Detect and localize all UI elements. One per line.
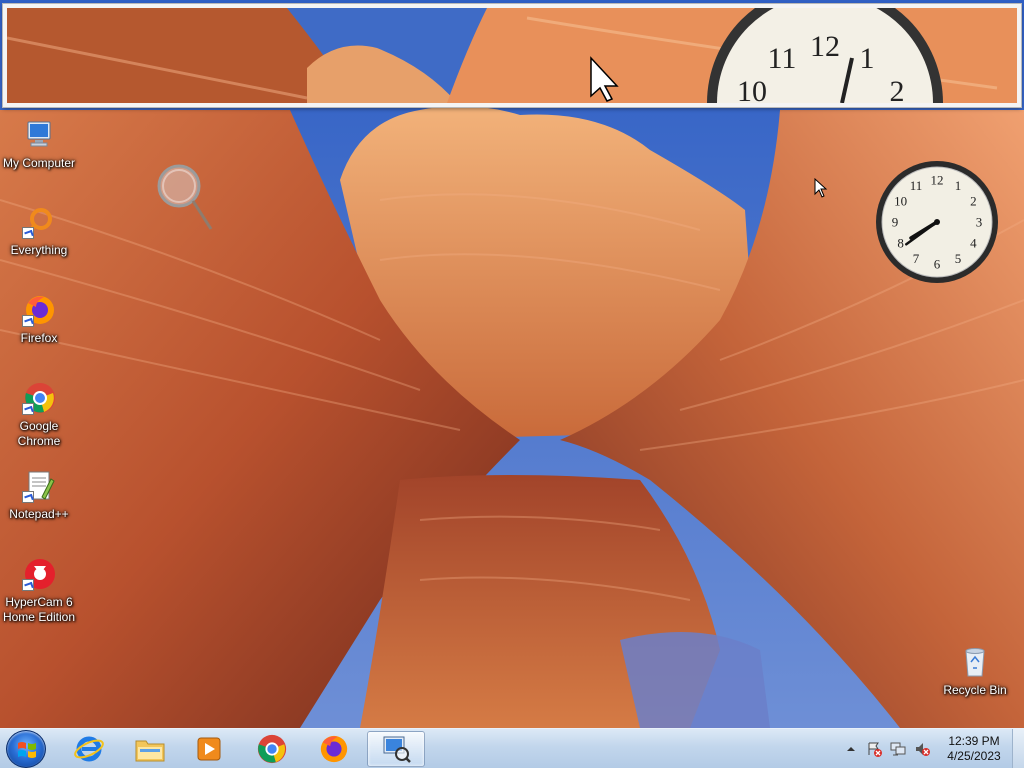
hypercam-icon xyxy=(22,557,56,591)
windows-logo-icon xyxy=(18,742,36,758)
volume-muted-icon[interactable] xyxy=(914,741,930,757)
clock-numeral: 7 xyxy=(913,251,920,266)
notepad-plus-plus-icon xyxy=(22,469,56,503)
clock-numeral: 8 xyxy=(897,236,904,251)
show-hidden-icons-icon[interactable] xyxy=(843,741,859,757)
icon-label: Google Chrome xyxy=(17,419,61,448)
wallpaper-image xyxy=(0,0,1024,728)
cursor-icon xyxy=(814,178,828,198)
taskbar: 12:39 PM 4/25/2023 xyxy=(0,728,1024,768)
taskbar-chrome[interactable] xyxy=(243,731,301,767)
file-explorer-icon xyxy=(135,740,165,762)
desktop-icon-notepad-plus-plus[interactable]: Notepad++ xyxy=(0,469,78,522)
chrome-icon xyxy=(257,734,287,764)
clock-numeral: 2 xyxy=(970,194,977,209)
clock-time: 12:39 PM xyxy=(948,734,1000,748)
icon-label: Notepad++ xyxy=(9,507,69,521)
icon-label: HyperCam 6 Home Edition xyxy=(2,595,76,624)
everything-icon xyxy=(22,205,56,239)
icon-label: My Computer xyxy=(2,156,76,170)
desktop-icon-my-computer[interactable]: My Computer xyxy=(0,118,78,171)
magnified-numeral: 10 xyxy=(737,75,767,103)
computer-icon xyxy=(22,118,56,152)
clock-numeral: 3 xyxy=(976,215,983,230)
clock-numeral: 1 xyxy=(955,178,962,193)
magnifier-icon xyxy=(383,736,411,763)
magnified-view: 10 11 12 1 2 xyxy=(7,8,1017,103)
taskbar-magnifier[interactable] xyxy=(367,731,425,767)
magnified-numeral: 1 xyxy=(860,42,875,75)
show-desktop-button[interactable] xyxy=(1012,729,1024,768)
magnifier-lens-icon[interactable] xyxy=(156,163,216,233)
clock-numeral: 5 xyxy=(955,251,962,266)
clock-numeral: 10 xyxy=(894,194,907,209)
desktop-icon-recycle-bin[interactable]: Recycle Bin xyxy=(936,645,1014,698)
start-button[interactable] xyxy=(6,730,46,768)
taskbar-internet-explorer[interactable] xyxy=(60,731,118,767)
firefox-icon xyxy=(320,735,348,763)
magnified-numeral: 11 xyxy=(768,42,797,75)
icon-label: Recycle Bin xyxy=(943,683,1007,697)
firefox-icon xyxy=(22,293,56,327)
magnified-numeral: 12 xyxy=(810,30,840,63)
chrome-icon xyxy=(22,381,56,415)
desktop[interactable]: 10 11 12 1 2 My Computer Everything Fire… xyxy=(0,0,1024,728)
icon-label: Firefox xyxy=(20,331,58,345)
magnifier-window[interactable]: 10 11 12 1 2 xyxy=(3,4,1021,107)
media-player-icon xyxy=(197,737,221,761)
desktop-icon-firefox[interactable]: Firefox xyxy=(0,293,78,346)
clock-numeral: 12 xyxy=(931,173,944,188)
taskbar-firefox[interactable] xyxy=(305,731,363,767)
taskbar-media-player[interactable] xyxy=(180,731,238,767)
desktop-icon-everything[interactable]: Everything xyxy=(0,205,78,258)
desktop-icon-hypercam[interactable]: HyperCam 6 Home Edition xyxy=(0,557,78,625)
clock-gadget[interactable]: 12 1 2 3 4 5 6 7 8 9 10 11 xyxy=(875,160,999,284)
clock-numeral: 4 xyxy=(970,236,977,251)
clock-date: 4/25/2023 xyxy=(947,749,1001,763)
taskbar-file-explorer[interactable] xyxy=(121,731,179,767)
icon-label: Everything xyxy=(10,243,68,257)
clock-numeral: 11 xyxy=(910,178,923,193)
desktop-icon-google-chrome[interactable]: Google Chrome xyxy=(0,381,78,449)
network-icon[interactable] xyxy=(890,741,906,757)
action-center-icon[interactable] xyxy=(866,741,882,757)
clock-numeral: 9 xyxy=(892,215,899,230)
internet-explorer-icon xyxy=(74,736,104,762)
magnified-numeral: 2 xyxy=(890,75,905,103)
clock-numeral: 6 xyxy=(934,257,941,272)
system-clock[interactable]: 12:39 PM 4/25/2023 xyxy=(940,734,1008,764)
recycle-bin-icon xyxy=(958,645,992,679)
